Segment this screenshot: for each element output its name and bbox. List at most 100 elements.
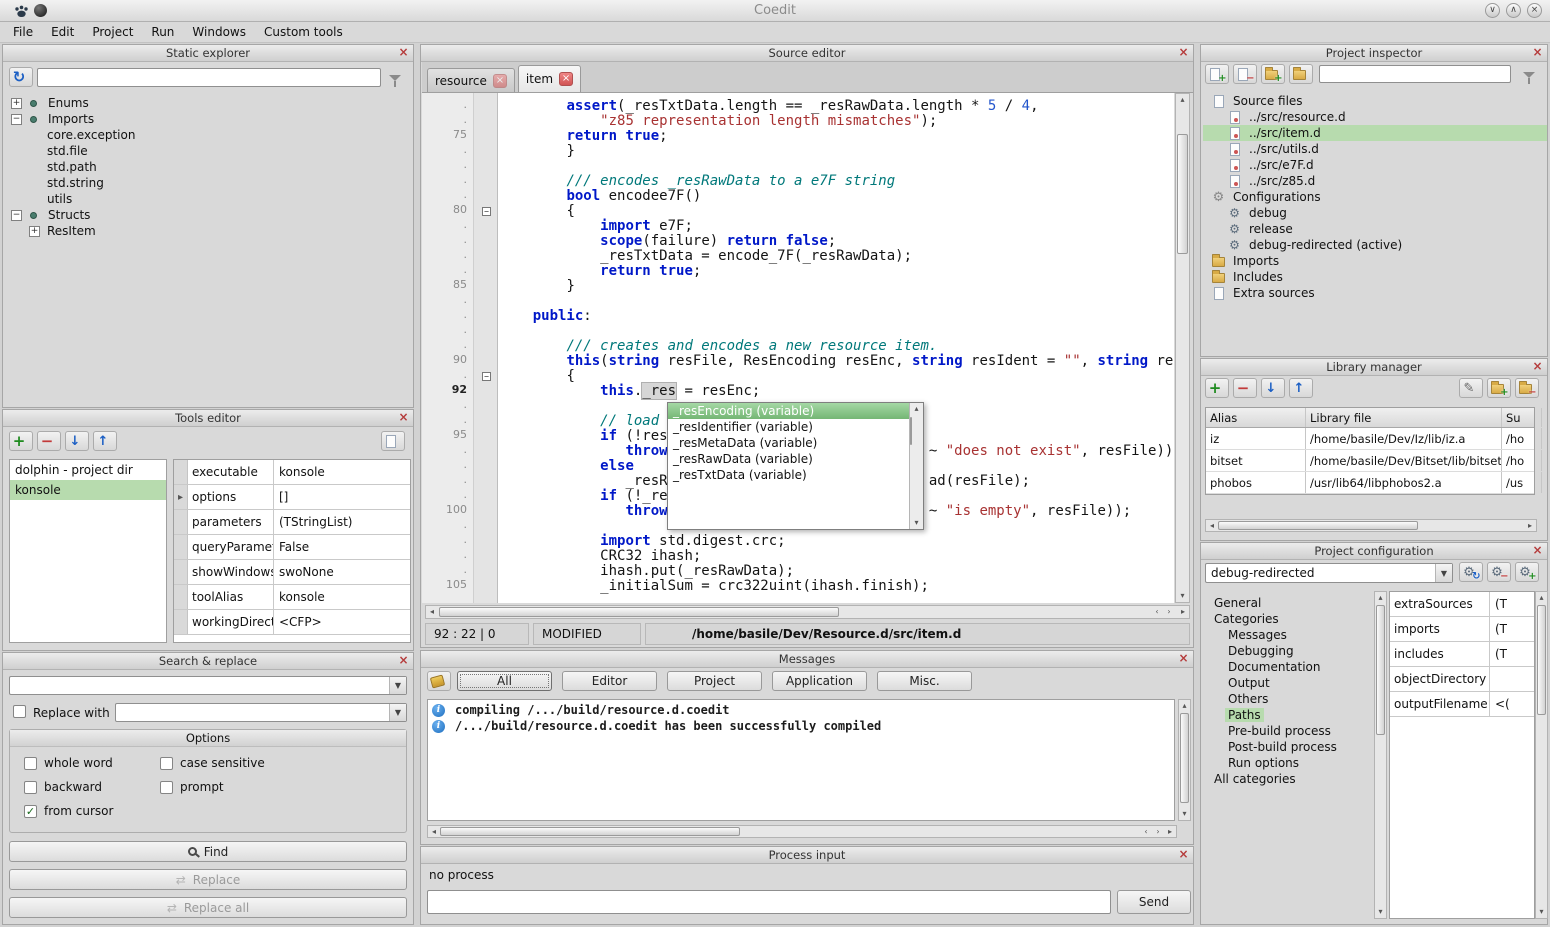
messages-horizontal-scrollbar[interactable]: ◂ ‹ › ▸ — [427, 825, 1177, 838]
library-horizontal-scrollbar[interactable]: ◂ ▸ — [1205, 519, 1537, 532]
inspector-tree-item[interactable]: ../src/z85.d — [1203, 173, 1547, 189]
remove-icon[interactable]: − — [1233, 378, 1257, 398]
code-line[interactable]: 90 this(string resFile, ResEncoding resE… — [422, 353, 1174, 368]
messages-vertical-scrollbar[interactable]: ▴ ▾ — [1178, 699, 1191, 821]
code-line[interactable]: . assert(_resTxtData.length == _resRawDa… — [422, 98, 1174, 113]
configuration-combo[interactable]: debug-redirected▼ — [1205, 563, 1453, 583]
property-value[interactable]: (T — [1490, 617, 1534, 641]
menu-custom-tools[interactable]: Custom tools — [255, 23, 352, 41]
explorer-tree-item[interactable]: +Enums — [5, 95, 411, 111]
tab-close-icon[interactable]: × — [559, 72, 573, 86]
fold-collapse-icon[interactable]: − — [482, 372, 491, 381]
inspector-tree-item[interactable]: Extra sources — [1203, 285, 1547, 301]
folder-icon[interactable] — [1289, 64, 1313, 84]
scroll-down-icon[interactable]: ▾ — [910, 517, 923, 529]
code-line[interactable]: . _resTxtData = encode_7F(_resRawData); — [422, 248, 1174, 263]
close-icon[interactable]: × — [1177, 848, 1190, 861]
replace-all-button[interactable]: ⇄Replace all — [9, 897, 407, 918]
scroll-down-icon[interactable]: ▾ — [1179, 808, 1190, 820]
collapse-icon[interactable]: − — [11, 210, 22, 221]
editor-vertical-scrollbar[interactable]: ▴ ▾ — [1175, 93, 1190, 603]
tool-property-row[interactable]: parameters(TStringList) — [174, 510, 410, 535]
search-option[interactable]: prompt — [160, 780, 224, 794]
explorer-tree-item[interactable]: −Structs — [5, 207, 411, 223]
scroll-left-step-icon[interactable]: ‹ — [1140, 826, 1152, 837]
replace-with-checkbox[interactable] — [13, 705, 26, 718]
scroll-left-icon[interactable]: ◂ — [426, 606, 438, 618]
shade-icon[interactable]: ∨ — [1485, 3, 1500, 18]
scrollbar-thumb[interactable] — [1537, 605, 1546, 715]
config-category[interactable]: Others — [1203, 691, 1373, 707]
config-category[interactable]: Output — [1203, 675, 1373, 691]
editor-tab-item[interactable]: item× — [518, 65, 581, 92]
code-line[interactable]: . — [422, 293, 1174, 308]
tab-close-icon[interactable]: × — [493, 74, 507, 88]
code-line[interactable]: 92 this._res = resEnc; — [422, 383, 1174, 398]
scroll-up-icon[interactable]: ▴ — [910, 403, 923, 415]
config-category[interactable]: Run options — [1203, 755, 1373, 771]
filter-icon[interactable] — [1521, 67, 1540, 83]
completion-item[interactable]: _resRawData (variable) — [668, 451, 909, 467]
library-row[interactable]: bitset/home/basile/Dev/Bitset/lib/bitset… — [1206, 450, 1534, 472]
messages-tab-application[interactable]: Application — [772, 671, 867, 691]
code-line[interactable]: . return true; — [422, 263, 1174, 278]
inspector-tree-item[interactable]: Imports — [1203, 253, 1547, 269]
column-header[interactable]: Su — [1502, 408, 1542, 427]
config-category[interactable]: Pre-build process — [1203, 723, 1373, 739]
replace-with-combo[interactable]: ▼ — [115, 703, 407, 722]
tool-property-row[interactable]: executablekonsole — [174, 460, 410, 485]
config-property-row[interactable]: extraSources(T — [1390, 592, 1534, 617]
config-category[interactable]: Documentation — [1203, 659, 1373, 675]
replace-button[interactable]: ⇄Replace — [9, 869, 407, 890]
scroll-up-icon[interactable]: ▴ — [1179, 700, 1190, 712]
close-icon[interactable]: × — [397, 411, 410, 424]
menu-edit[interactable]: Edit — [42, 23, 83, 41]
code-line[interactable]: . /// encodes _resRawData to a e7F strin… — [422, 173, 1174, 188]
fold-collapse-icon[interactable]: − — [482, 207, 491, 216]
code-line[interactable]: . } — [422, 143, 1174, 158]
config-category[interactable]: Paths — [1203, 707, 1373, 723]
down-icon[interactable]: ↓ — [65, 431, 89, 451]
scrollbar-thumb[interactable] — [440, 827, 740, 836]
code-line[interactable]: . ihash.put(_resRawData); — [422, 563, 1174, 578]
add-icon[interactable]: + — [1205, 378, 1229, 398]
tool-property-row[interactable]: ▸options[] — [174, 485, 410, 510]
editor-horizontal-scrollbar[interactable]: ◂ ‹ › ▸ — [425, 605, 1190, 619]
inspector-tree-item[interactable]: ⚙release — [1203, 221, 1547, 237]
inspector-search-input[interactable] — [1319, 65, 1511, 83]
code-line[interactable]: . import e7F; — [422, 218, 1174, 233]
scroll-left-icon[interactable]: ◂ — [1206, 520, 1218, 531]
scroll-down-icon[interactable]: ▾ — [1176, 590, 1189, 602]
maximize-icon[interactable]: ∧ — [1506, 3, 1521, 18]
inspector-tree-item[interactable]: ⚙Configurations — [1203, 189, 1547, 205]
scrollbar-thumb[interactable] — [439, 607, 839, 617]
message-item[interactable]: icompiling /.../build/resource.d.coedit — [428, 702, 1174, 718]
scroll-up-icon[interactable]: ▴ — [1176, 94, 1189, 106]
inspector-tree-item[interactable]: ../src/utils.d — [1203, 141, 1547, 157]
code-line[interactable]: .− { — [422, 368, 1174, 383]
down-icon[interactable]: ↓ — [1261, 378, 1285, 398]
remove-icon[interactable]: − — [37, 431, 61, 451]
completion-item[interactable]: _resEncoding (variable) — [668, 403, 909, 419]
up-icon[interactable]: ↑ — [1289, 378, 1313, 398]
scrollbar-thumb[interactable] — [910, 417, 912, 445]
edit-icon[interactable]: ✎ — [1459, 378, 1483, 398]
scroll-right-icon[interactable]: ▸ — [1177, 606, 1189, 618]
menu-run[interactable]: Run — [142, 23, 183, 41]
column-header[interactable]: Alias — [1206, 408, 1306, 427]
menu-project[interactable]: Project — [83, 23, 142, 41]
filter-icon[interactable] — [387, 70, 406, 86]
property-value[interactable]: <( — [1490, 692, 1534, 716]
collapse-icon[interactable]: − — [11, 114, 22, 125]
message-item[interactable]: i/.../build/resource.d.coedit has been s… — [428, 718, 1174, 734]
scrollbar-thumb[interactable] — [1177, 134, 1188, 254]
scroll-right-step-icon[interactable]: › — [1152, 826, 1164, 837]
tool-property-row[interactable]: toolAliaskonsole — [174, 585, 410, 610]
library-row[interactable]: phobos/usr/lib64/libphobos2.a/us — [1206, 472, 1534, 494]
explorer-tree-item[interactable]: −Imports — [5, 111, 411, 127]
property-value[interactable]: (T — [1490, 592, 1534, 616]
clear-icon[interactable] — [427, 671, 451, 691]
code-line[interactable]: 105 _initialSum = crc322uint(ihash.finis… — [422, 578, 1174, 593]
doc-add-icon[interactable]: + — [1205, 64, 1229, 84]
properties-scrollbar[interactable]: ▴ ▾ — [1535, 591, 1548, 919]
